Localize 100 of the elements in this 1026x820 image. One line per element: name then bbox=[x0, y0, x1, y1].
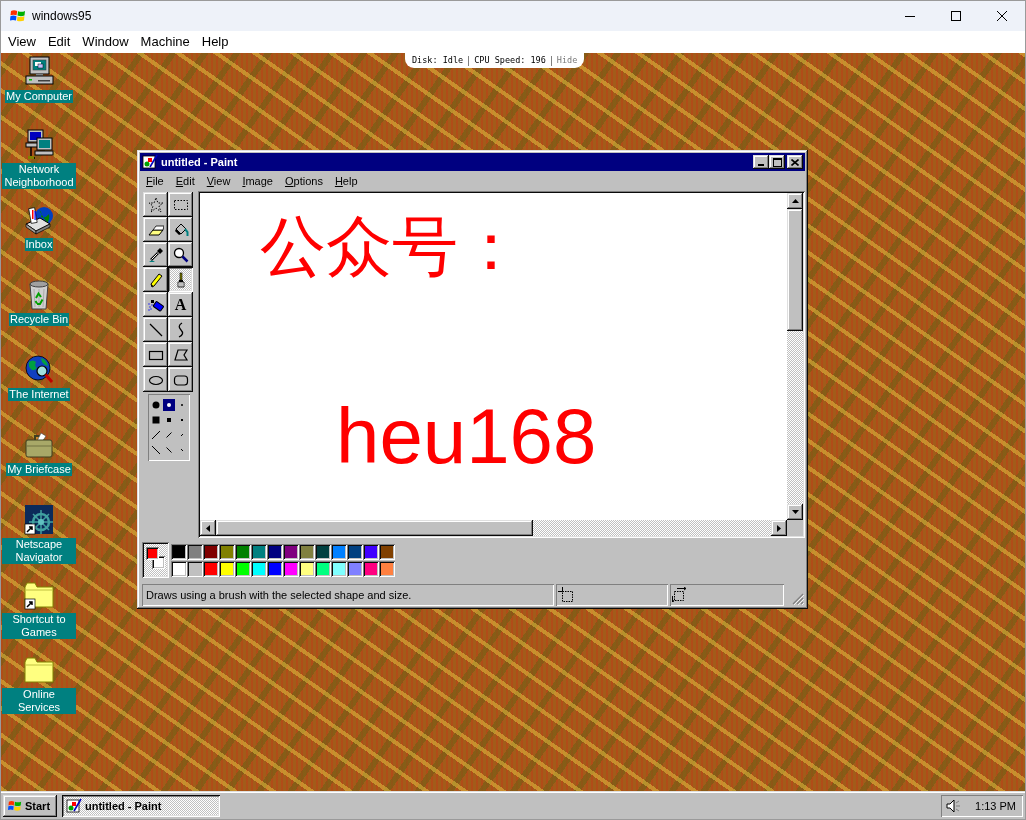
color-swatch[interactable] bbox=[315, 543, 331, 560]
menu-item[interactable]: Edit bbox=[169, 173, 201, 190]
scroll-right-button[interactable] bbox=[771, 520, 787, 536]
maximize-icon bbox=[772, 157, 782, 167]
scrollbar-thumb[interactable] bbox=[216, 520, 533, 536]
tool-button[interactable] bbox=[143, 317, 168, 342]
color-swatch[interactable] bbox=[299, 543, 315, 560]
brush-shape-icon[interactable] bbox=[150, 429, 163, 441]
color-swatch[interactable] bbox=[347, 560, 363, 577]
tool-button[interactable] bbox=[143, 292, 168, 317]
color-swatch[interactable] bbox=[219, 543, 235, 560]
color-swatch[interactable] bbox=[331, 560, 347, 577]
color-swatch[interactable] bbox=[187, 543, 203, 560]
brush-shape-icon[interactable] bbox=[150, 444, 163, 456]
paint-icon bbox=[142, 154, 158, 170]
ship-wheel-shortcut-icon[interactable] bbox=[23, 504, 55, 536]
color-swatch[interactable] bbox=[363, 543, 379, 560]
menu-item[interactable]: View bbox=[2, 32, 42, 52]
menu-item[interactable]: Options bbox=[278, 173, 329, 190]
brush-shape-icon[interactable] bbox=[163, 399, 175, 411]
minimize-button[interactable] bbox=[753, 155, 769, 169]
dashed-square-icon bbox=[558, 587, 574, 603]
color-swatch[interactable] bbox=[203, 543, 219, 560]
scroll-up-button[interactable] bbox=[787, 193, 803, 209]
speaker-icon[interactable] bbox=[945, 798, 961, 814]
canvas-text: 公众号： bbox=[260, 213, 524, 279]
tool-button[interactable] bbox=[168, 317, 193, 342]
desktop-icon-label[interactable]: Online Services bbox=[2, 688, 76, 714]
status-link[interactable]: Hide bbox=[556, 54, 578, 67]
tool-button[interactable] bbox=[143, 342, 168, 367]
maximize-button[interactable] bbox=[769, 155, 785, 169]
maximize-icon bbox=[951, 11, 961, 21]
color-swatch[interactable] bbox=[347, 543, 363, 560]
color-swatch[interactable] bbox=[235, 560, 251, 577]
color-swatch[interactable] bbox=[203, 560, 219, 577]
menu-item[interactable]: Help bbox=[328, 173, 364, 190]
brush-shape-icon[interactable] bbox=[150, 414, 163, 426]
menu-item[interactable]: View bbox=[200, 173, 237, 190]
tool-button[interactable] bbox=[168, 242, 193, 267]
tool-button[interactable] bbox=[143, 242, 168, 267]
menu-item[interactable]: Machine bbox=[134, 32, 196, 52]
color-swatch[interactable] bbox=[251, 560, 267, 577]
menu-item[interactable]: File bbox=[140, 173, 170, 190]
color-swatch[interactable] bbox=[235, 543, 251, 560]
color-swatch[interactable] bbox=[219, 560, 235, 577]
color-swatch[interactable] bbox=[251, 543, 267, 560]
tool-button[interactable] bbox=[168, 267, 193, 292]
color-swatch[interactable] bbox=[331, 543, 347, 560]
desktop-icon-label[interactable]: Inbox bbox=[24, 238, 54, 251]
color-swatch[interactable] bbox=[267, 560, 283, 577]
menu-item[interactable]: Window bbox=[76, 32, 135, 52]
inbox-tray-icon[interactable] bbox=[23, 204, 55, 236]
computer-icon[interactable] bbox=[23, 56, 55, 88]
tool-button[interactable]: A bbox=[168, 292, 193, 317]
folder-shortcut-icon[interactable] bbox=[23, 579, 55, 611]
taskbar-button[interactable]: untitled - Paint bbox=[62, 795, 220, 817]
globe-magnifier-icon[interactable] bbox=[23, 354, 55, 386]
tool-button[interactable] bbox=[143, 217, 168, 242]
close-button[interactable] bbox=[787, 155, 803, 169]
scrollbar-thumb[interactable] bbox=[787, 209, 803, 331]
color-swatch[interactable] bbox=[379, 543, 395, 560]
scroll-down-button[interactable] bbox=[787, 504, 803, 520]
color-swatch[interactable] bbox=[299, 560, 315, 577]
color-swatch[interactable] bbox=[283, 560, 299, 577]
desktop-icon-label[interactable]: My Briefcase bbox=[6, 463, 72, 476]
color-swatch[interactable] bbox=[267, 543, 283, 560]
vertical-scrollbar[interactable] bbox=[787, 193, 803, 520]
foreground-color-swatch[interactable] bbox=[146, 547, 159, 560]
tool-button[interactable] bbox=[143, 267, 168, 292]
tool-button[interactable] bbox=[143, 192, 168, 217]
scroll-left-button[interactable] bbox=[200, 520, 216, 536]
color-swatch[interactable] bbox=[187, 560, 203, 577]
pencil-icon bbox=[147, 271, 164, 288]
color-swatch[interactable] bbox=[171, 560, 187, 577]
tool-button[interactable] bbox=[168, 367, 193, 392]
drawing-canvas[interactable]: 公众号： heu168 bbox=[200, 193, 787, 520]
desktop-icon-label[interactable]: My Computer bbox=[5, 90, 73, 103]
polygon-icon bbox=[172, 346, 189, 363]
tool-button[interactable] bbox=[143, 367, 168, 392]
start-button[interactable]: Start bbox=[3, 795, 57, 817]
color-swatch[interactable] bbox=[363, 560, 379, 577]
desktop-icon-label[interactable]: Network Neighborhood bbox=[2, 163, 76, 189]
color-swatch[interactable] bbox=[379, 560, 395, 577]
color-swatch[interactable] bbox=[171, 543, 187, 560]
folder-icon[interactable] bbox=[23, 654, 55, 686]
desktop-icon-label[interactable]: Shortcut to Games bbox=[2, 613, 76, 639]
tool-button[interactable] bbox=[168, 192, 193, 217]
desktop-icon-label[interactable]: Recycle Bin bbox=[8, 313, 70, 326]
menu-item[interactable]: Image bbox=[236, 173, 279, 190]
tool-button[interactable] bbox=[168, 217, 193, 242]
desktop-icon-label[interactable]: The Internet bbox=[8, 388, 70, 401]
networked-computers-icon[interactable] bbox=[23, 129, 55, 161]
color-swatch[interactable] bbox=[283, 543, 299, 560]
desktop-icon-label[interactable]: Netscape Navigator bbox=[2, 538, 76, 564]
horizontal-scrollbar[interactable] bbox=[200, 520, 787, 536]
color-swatch[interactable] bbox=[315, 560, 331, 577]
menu-item[interactable]: Help bbox=[195, 32, 235, 52]
tool-button[interactable] bbox=[168, 342, 193, 367]
menu-item[interactable]: Edit bbox=[41, 32, 77, 52]
magnifier-icon bbox=[172, 246, 189, 263]
